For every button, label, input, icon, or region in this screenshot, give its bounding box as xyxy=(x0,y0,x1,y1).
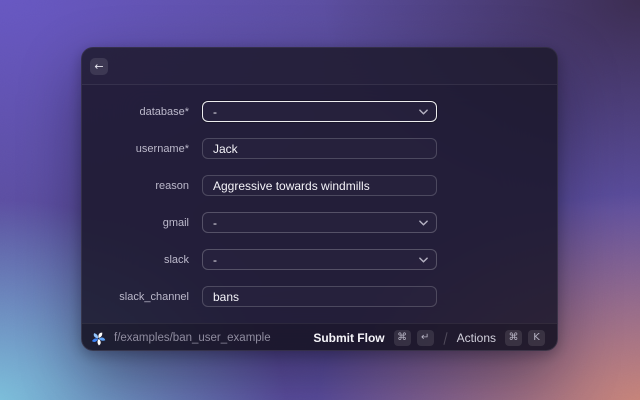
slack-channel-input[interactable] xyxy=(202,286,437,307)
gmail-select[interactable]: - xyxy=(202,212,437,233)
window-footer: f/examples/ban_user_example Submit Flow … xyxy=(82,323,557,351)
cmd-key-badge[interactable]: ⌘ xyxy=(505,330,522,346)
form-row-slack-channel: slack_channel xyxy=(82,286,557,307)
form-row-username: username* xyxy=(82,138,557,159)
chevron-down-icon xyxy=(419,109,428,115)
window-header: ← xyxy=(82,48,557,85)
field-label-username: username* xyxy=(82,143,202,155)
footer-divider xyxy=(443,332,447,345)
field-label-database: database* xyxy=(82,106,202,118)
reason-input[interactable] xyxy=(202,175,437,196)
cmd-key-badge[interactable]: ⌘ xyxy=(394,330,411,346)
submit-flow-button[interactable]: Submit Flow xyxy=(313,331,384,345)
slack-select[interactable]: - xyxy=(202,249,437,270)
field-label-reason: reason xyxy=(82,180,202,192)
chevron-down-icon xyxy=(419,220,428,226)
flow-form-window: ← database* - username* xyxy=(81,47,558,351)
username-input[interactable] xyxy=(202,138,437,159)
form-row-gmail: gmail - xyxy=(82,212,557,233)
database-select[interactable]: - xyxy=(202,101,437,122)
k-key-badge[interactable]: K xyxy=(528,330,545,346)
select-value: - xyxy=(213,105,217,119)
desktop-background: ← database* - username* xyxy=(0,0,640,400)
field-label-gmail: gmail xyxy=(82,217,202,229)
back-button[interactable]: ← xyxy=(90,58,108,75)
form-row-database: database* - xyxy=(82,101,557,122)
enter-key-badge[interactable]: ↵ xyxy=(417,330,434,346)
arrow-left-icon: ← xyxy=(94,61,103,72)
chevron-down-icon xyxy=(419,257,428,263)
form-row-reason: reason xyxy=(82,175,557,196)
select-value: - xyxy=(213,216,217,230)
field-label-slack: slack xyxy=(82,254,202,266)
form-body: database* - username* reason xyxy=(82,85,557,323)
field-label-slack-channel: slack_channel xyxy=(82,291,202,303)
windmill-logo-icon xyxy=(91,331,106,346)
select-value: - xyxy=(213,253,217,267)
form-row-slack: slack - xyxy=(82,249,557,270)
flow-path: f/examples/ban_user_example xyxy=(114,332,271,344)
actions-button[interactable]: Actions xyxy=(457,331,496,345)
